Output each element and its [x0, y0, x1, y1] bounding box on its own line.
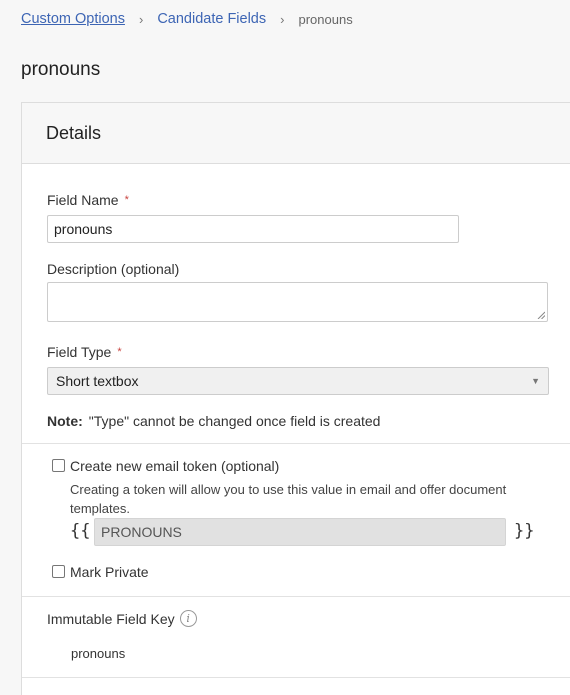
email-token-help-text: Creating a token will allow you to use t…	[70, 482, 507, 516]
required-mark: *	[117, 346, 122, 358]
note-prefix: Note:	[47, 413, 83, 429]
resize-grip-icon[interactable]	[537, 311, 545, 319]
field-type-selected-value: Short textbox	[56, 373, 139, 389]
immutable-key-label: Immutable Field Key i	[47, 610, 197, 627]
mark-private-checkbox[interactable]	[52, 565, 65, 578]
token-open-brace: {{	[70, 521, 91, 541]
field-type-note: Note: "Type" cannot be changed once field…	[47, 413, 380, 429]
immutable-key-value: pronouns	[71, 646, 126, 661]
required-mark: *	[124, 194, 129, 206]
token-close-brace: }}	[514, 521, 535, 541]
mark-private-label[interactable]: Mark Private	[70, 564, 149, 580]
email-token-input: PRONOUNS	[94, 518, 506, 546]
note-text: "Type" cannot be changed once field is c…	[88, 413, 381, 429]
description-label: Description (optional)	[47, 261, 180, 277]
field-type-label: Field Type *	[47, 344, 122, 360]
description-textarea[interactable]	[47, 282, 548, 322]
breadcrumb-chevron-icon: ›	[138, 11, 144, 27]
card-header: Details	[22, 103, 570, 164]
card-title: Details	[46, 123, 102, 143]
field-name-label: Field Name *	[47, 192, 129, 208]
field-name-input[interactable]	[47, 215, 459, 243]
details-card: Details Field Name * Description (optiona…	[21, 102, 570, 695]
divider	[22, 677, 570, 678]
info-icon[interactable]: i	[179, 610, 197, 627]
page-title: pronouns	[21, 59, 101, 80]
chevron-down-icon: ▼	[531, 376, 540, 386]
field-type-select[interactable]: Short textbox ▼	[47, 367, 549, 395]
field-type-label-text: Field Type	[47, 344, 112, 360]
breadcrumb-chevron-icon: ›	[280, 11, 285, 27]
breadcrumb: Custom Options › Candidate Fields › pron…	[21, 11, 353, 27]
divider	[22, 596, 570, 597]
breadcrumb-link-candidate-fields[interactable]: Candidate Fields	[157, 11, 266, 27]
field-name-label-text: Field Name	[47, 192, 119, 208]
email-token-checkbox[interactable]	[52, 459, 65, 472]
email-token-checkbox-label[interactable]: Create new email token (optional)	[70, 458, 279, 474]
immutable-key-label-text: Immutable Field Key	[47, 610, 175, 627]
breadcrumb-current: pronouns	[298, 11, 353, 27]
divider	[22, 443, 570, 444]
breadcrumb-link-custom-options[interactable]: Custom Options	[21, 11, 125, 27]
